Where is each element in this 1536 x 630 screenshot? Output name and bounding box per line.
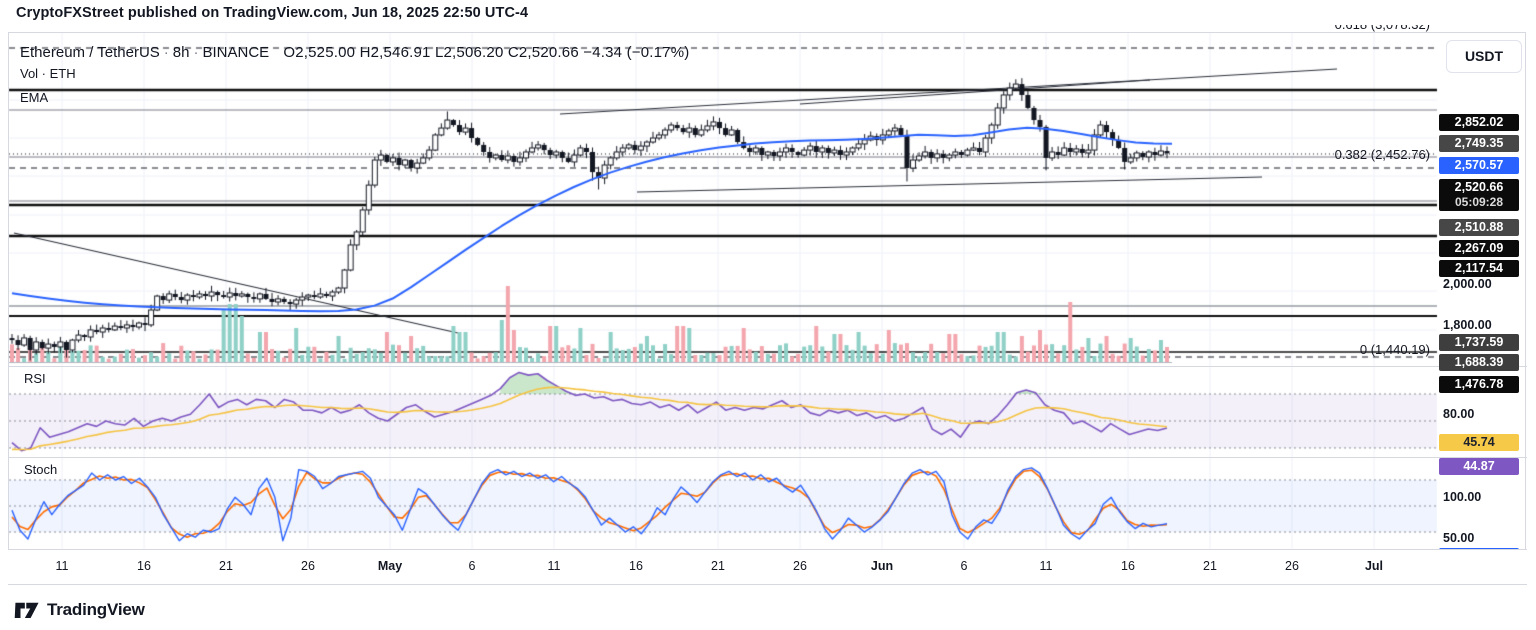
pane-separator-stoch[interactable] <box>8 457 1527 458</box>
tradingview-logo[interactable]: TradingView <box>14 595 145 625</box>
currency-toggle-button[interactable]: USDT <box>1446 40 1522 73</box>
fib-0382-label: 0.382 (2,452.76) <box>1335 147 1430 162</box>
time-axis-label: 21 <box>1203 559 1217 573</box>
price-scale-badge: 2,520.6605:09:28 <box>1439 179 1519 211</box>
price-scale-tick: 2,000.00 <box>1443 277 1492 291</box>
price-scale-badge: 2,510.88 <box>1439 219 1519 236</box>
time-axis-label: 26 <box>793 559 807 573</box>
tradingview-logo-icon <box>14 599 40 621</box>
price-scale-badge: 2,852.02 <box>1439 114 1519 131</box>
price-chart-canvas[interactable] <box>0 0 1536 630</box>
time-axis-label: 26 <box>1285 559 1299 573</box>
pane-separator-rsi[interactable] <box>8 366 1527 367</box>
price-scale-tick: 80.00 <box>1443 407 1474 421</box>
countdown-timer: 05:09:28 <box>1439 195 1519 210</box>
time-axis-label: 21 <box>219 559 233 573</box>
rsi-indicator-label[interactable]: RSI <box>24 371 46 386</box>
price-scale[interactable]: USDT 2,852.02 2,749.35 2,570.57 2,520.6605:… <box>1437 32 1527 585</box>
ohlc-values: O2,525.00 H2,546.91 L2,506.20 C2,520.66 … <box>283 44 689 61</box>
time-axis-label: 16 <box>137 559 151 573</box>
price-scale-badge: 2,267.09 <box>1439 240 1519 257</box>
price-scale-badge: 2,117.54 <box>1439 260 1519 277</box>
time-axis-label: 11 <box>1040 559 1053 573</box>
time-axis-label: 26 <box>301 559 315 573</box>
time-axis-label: 6 <box>961 559 968 573</box>
exchange-label: BINANCE <box>202 44 269 61</box>
price-scale-badge: 1,476.78 <box>1439 376 1519 393</box>
time-axis-label: 6 <box>469 559 476 573</box>
price-scale-badge: 1,688.39 <box>1439 354 1519 371</box>
price-scale-badge: 44.87 <box>1439 458 1519 475</box>
fib-0618-label-clip: 0.618 (3,078.32) <box>1335 25 1430 35</box>
attribution-bar: CryptoFXStreet published on TradingView.… <box>0 0 1536 25</box>
symbol-title-row[interactable]: Ethereum / TetherUS·8h·BINANCE O2,525.00… <box>20 44 689 61</box>
dot-separator: · <box>160 44 173 61</box>
price-scale-tick: 50.00 <box>1443 531 1474 545</box>
dot-separator: · <box>189 44 202 61</box>
interval-label[interactable]: 8h <box>173 44 190 61</box>
time-axis-label: 11 <box>56 559 69 573</box>
tradingview-chart-screenshot: 0.618 (3,078.32) CryptoFXStreet publishe… <box>0 0 1536 630</box>
time-axis-label: 16 <box>1121 559 1135 573</box>
fib-0618-label: 0.618 (3,078.32) <box>1335 25 1430 32</box>
ema-indicator-label[interactable]: EMA <box>20 90 48 105</box>
price-scale-badge: 1,737.59 <box>1439 334 1519 351</box>
symbol-name[interactable]: Ethereum / TetherUS <box>20 44 160 61</box>
time-axis-label: May <box>378 559 402 573</box>
price-scale-tick: 100.00 <box>1443 490 1481 504</box>
stoch-indicator-label[interactable]: Stoch <box>24 462 57 477</box>
time-axis-label: Jun <box>871 559 893 573</box>
time-axis-label: 21 <box>711 559 725 573</box>
fib-0-label: 0 (1,440.19) <box>1360 342 1430 357</box>
attribution-text: CryptoFXStreet published on TradingView.… <box>16 5 528 21</box>
price-scale-badge: 2,749.35 <box>1439 135 1519 152</box>
time-axis-label: 11 <box>548 559 561 573</box>
volume-indicator-label[interactable]: Vol · ETH <box>20 66 76 81</box>
time-axis-label: 16 <box>629 559 643 573</box>
price-scale-badge: 2,570.57 <box>1439 157 1519 174</box>
time-axis-label: Jul <box>1365 559 1383 573</box>
price-scale-tick: 1,800.00 <box>1443 318 1492 332</box>
time-axis[interactable]: 11 16 21 26 May 6 11 16 21 26 Jun 6 11 16 21 26 Jul <box>8 549 1527 585</box>
price-scale-badge: 45.74 <box>1439 434 1519 451</box>
tradingview-logo-text: TradingView <box>47 600 145 620</box>
